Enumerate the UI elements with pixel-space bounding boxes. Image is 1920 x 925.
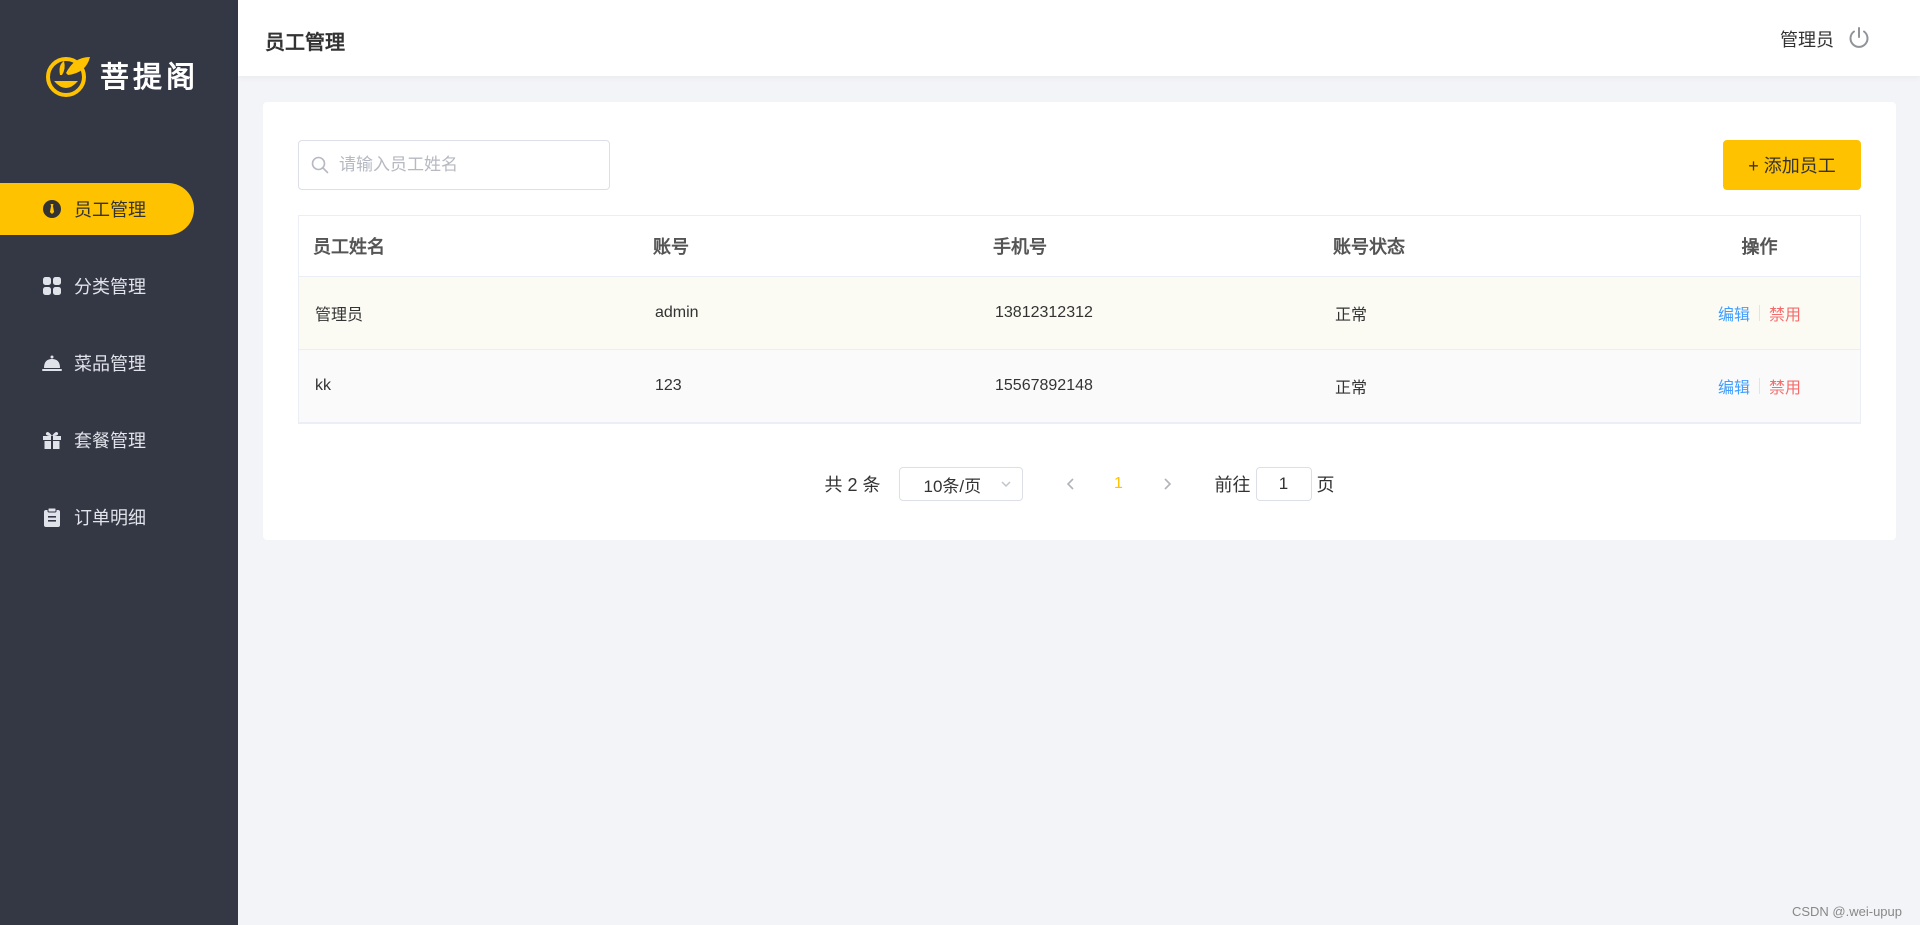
pagination: 共 2 条 10条/页 1 前往 页: [263, 466, 1896, 502]
power-icon[interactable]: [1847, 26, 1871, 50]
next-page-button[interactable]: [1143, 477, 1191, 491]
brand-name: 菩提阁: [100, 60, 200, 94]
watermark: CSDN @.wei-upup: [1791, 904, 1902, 919]
goto-page: 前往 页: [1215, 467, 1335, 501]
employee-icon: [42, 199, 62, 219]
table-body: 管理员 admin 13812312312 正常 编辑 禁用 kk 123 15…: [299, 277, 1860, 423]
cell-name: kk: [315, 377, 331, 394]
sidebar-item-label: 套餐管理: [74, 431, 146, 451]
employee-table: 员工姓名 账号 手机号 账号状态 操作 管理员 admin 1381231231…: [298, 215, 1861, 424]
chevron-down-icon: [1000, 481, 1011, 488]
column-header-account: 账号: [653, 237, 689, 257]
cell-status: 正常: [1335, 380, 1368, 397]
page-title: 员工管理: [265, 32, 345, 54]
sidebar: 菩提阁 员工管理 分类管理 菜品管理 套餐管理 订单明细: [0, 0, 238, 925]
table-row: 管理员 admin 13812312312 正常 编辑 禁用: [299, 277, 1860, 350]
prev-page-button[interactable]: [1047, 477, 1095, 491]
chevron-left-icon: [1066, 478, 1074, 490]
column-header-name: 员工姓名: [313, 237, 385, 257]
dish-cloche-icon: [42, 353, 62, 373]
edit-link[interactable]: 编辑: [1718, 301, 1750, 325]
current-user[interactable]: 管理员: [1780, 26, 1834, 52]
sidebar-item-label: 分类管理: [74, 277, 146, 297]
column-header-phone: 手机号: [993, 237, 1047, 257]
goto-prefix: 前往: [1214, 475, 1251, 495]
employee-card: + 添加员工 员工姓名 账号 手机号 账号状态 操作 管理员 admin 138…: [263, 102, 1896, 540]
add-employee-button[interactable]: + 添加员工: [1723, 140, 1861, 190]
divider: [1759, 378, 1760, 394]
sidebar-item-label: 订单明细: [74, 508, 146, 528]
column-header-actions: 操作: [1741, 237, 1778, 257]
sidebar-item-combo[interactable]: 套餐管理: [0, 414, 194, 466]
logo-icon: [46, 57, 90, 97]
sidebar-menu: 员工管理 分类管理 菜品管理 套餐管理 订单明细: [0, 183, 238, 568]
brand-logo[interactable]: 菩提阁: [44, 50, 199, 100]
edit-link[interactable]: 编辑: [1718, 374, 1750, 398]
cell-phone: 15567892148: [995, 377, 1093, 394]
sidebar-item-employee[interactable]: 员工管理: [0, 183, 194, 235]
cell-actions: 编辑 禁用: [1659, 374, 1860, 398]
table-row: kk 123 15567892148 正常 编辑 禁用: [299, 350, 1860, 423]
top-header: 员工管理 管理员: [238, 0, 1920, 76]
sidebar-item-category[interactable]: 分类管理: [0, 260, 194, 312]
column-header-status: 账号状态: [1333, 237, 1405, 257]
page-size-value: 10条/页: [923, 476, 982, 496]
sidebar-item-label: 员工管理: [74, 200, 146, 220]
category-grid-icon: [42, 276, 62, 296]
goto-suffix: 页: [1316, 475, 1335, 495]
page-size-select[interactable]: 10条/页: [898, 467, 1023, 501]
chevron-right-icon: [1163, 478, 1171, 490]
divider: [1759, 305, 1760, 321]
search-input[interactable]: [337, 154, 601, 176]
cell-status: 正常: [1335, 307, 1368, 324]
cell-account: 123: [655, 377, 682, 394]
search-icon: [311, 156, 329, 174]
disable-link[interactable]: 禁用: [1769, 301, 1801, 325]
pagination-total: 共 2 条: [824, 475, 881, 495]
gift-icon: [42, 430, 62, 450]
sidebar-item-label: 菜品管理: [74, 354, 146, 374]
goto-page-input[interactable]: [1255, 467, 1312, 501]
sidebar-item-orders[interactable]: 订单明细: [0, 491, 194, 543]
search-field[interactable]: [298, 140, 610, 190]
cell-phone: 13812312312: [995, 304, 1093, 321]
page-number-current[interactable]: 1: [1095, 475, 1143, 493]
cell-account: admin: [655, 304, 699, 321]
sidebar-item-dish[interactable]: 菜品管理: [0, 337, 194, 389]
clipboard-icon: [42, 507, 62, 527]
cell-name: 管理员: [315, 307, 364, 324]
disable-link[interactable]: 禁用: [1769, 374, 1801, 398]
cell-actions: 编辑 禁用: [1659, 301, 1860, 325]
table-header: 员工姓名 账号 手机号 账号状态 操作: [299, 216, 1860, 277]
